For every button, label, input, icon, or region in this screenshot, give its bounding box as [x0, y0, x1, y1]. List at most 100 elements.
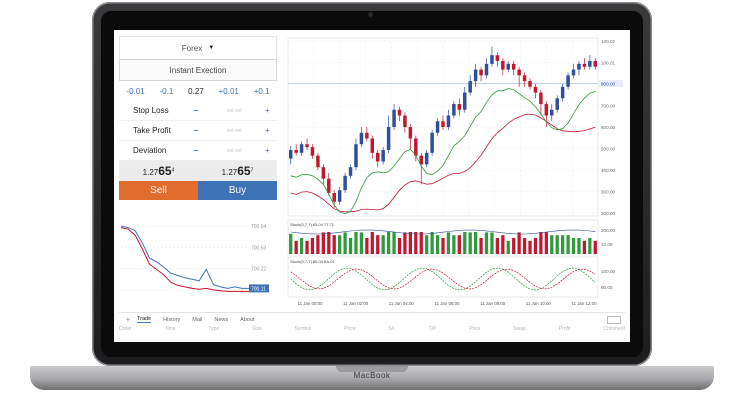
price-chart[interactable]: 100.02 100.01 800.00 700.00 600.00 500.00 400.…: [286, 36, 624, 312]
candle-body: [511, 63, 516, 70]
column-header: Time: [164, 326, 176, 332]
candle-body: [359, 132, 364, 145]
volume-minus-big-button[interactable]: -0.01: [126, 87, 144, 96]
volume-bar: [463, 232, 467, 254]
candle-body: [310, 147, 315, 156]
ask-price-main: 1.27: [221, 168, 238, 177]
symbol-label: Forex: [181, 43, 203, 53]
indicator-tick-label: 10.09: [601, 242, 613, 247]
stop-loss-label: Stop Loss: [133, 106, 169, 115]
ask-price-sup: 7: [250, 167, 254, 174]
column-header: Price: [469, 326, 481, 332]
candle-body: [501, 60, 505, 70]
tab-mail[interactable]: Mail: [192, 317, 202, 323]
buy-button[interactable]: Buy: [198, 181, 277, 200]
volume-bar: [593, 240, 597, 254]
volume-bar: [354, 232, 358, 254]
deviation-value[interactable]: not set: [211, 148, 258, 154]
column-header: Comment: [603, 326, 625, 332]
time-tick-label: 11 Jan 12:00: [571, 301, 597, 306]
volume-bar: [327, 232, 331, 254]
candle-body: [506, 63, 511, 70]
take-profit-label: Take Profit: [133, 126, 171, 135]
tab-trade[interactable]: Trade: [137, 316, 152, 323]
candle-body: [522, 75, 527, 82]
stochastic-tick-label: 100.00: [601, 269, 615, 274]
tick-label: 700.64: [251, 224, 267, 230]
bid-line: [120, 225, 249, 289]
candle-body: [348, 167, 353, 176]
volume-bar: [430, 232, 434, 254]
price-tick-label: 100.01: [601, 61, 615, 66]
volume-bar: [386, 232, 391, 254]
volume-bar: [544, 232, 548, 254]
caret-down-icon: ▼: [208, 45, 215, 51]
stop-loss-plus-button[interactable]: +: [258, 106, 277, 115]
deviation-minus-button[interactable]: −: [193, 146, 211, 155]
volume-plus-small-button[interactable]: +0.01: [219, 87, 239, 96]
candle-body: [473, 69, 478, 82]
tab-about[interactable]: About: [240, 317, 254, 323]
candle-body: [588, 60, 592, 67]
column-header: Profit: [558, 326, 571, 332]
volume-plus-big-button[interactable]: +0.1: [254, 87, 270, 96]
volume-row: -0.01 -0.1 0.27 +0.01 +0.1: [119, 81, 277, 101]
price-tick-label: 100.02: [601, 39, 615, 44]
candle-body: [332, 193, 336, 202]
symbol-select[interactable]: Forex ▼: [119, 36, 277, 59]
volume-bar: [588, 238, 592, 254]
add-tab-icon[interactable]: +: [119, 315, 137, 324]
tab-news[interactable]: News: [214, 317, 228, 323]
price-row: 1.27654 1.27657: [119, 161, 277, 181]
candle-body: [528, 81, 532, 87]
trade-buttons: Sell Buy: [119, 181, 277, 200]
camera-icon: [368, 12, 373, 17]
take-profit-value[interactable]: not set: [211, 128, 258, 134]
column-header: S/L: [388, 326, 396, 332]
candle-body: [316, 155, 320, 168]
take-profit-plus-button[interactable]: +: [258, 126, 277, 135]
volume-bar: [539, 232, 543, 254]
volume-bar: [392, 232, 396, 254]
candle-body: [397, 109, 402, 116]
volume-bar: [397, 238, 402, 254]
candle-body: [430, 132, 434, 153]
stop-loss-minus-button[interactable]: −: [193, 106, 211, 115]
candle-body: [463, 92, 467, 110]
volume-value[interactable]: 0.27: [188, 87, 204, 96]
volume-bar: [501, 235, 505, 254]
volume-bar: [571, 238, 576, 254]
time-tick-label: 11 Jan 02:00: [343, 301, 369, 306]
volume-bar: [512, 238, 516, 254]
volume-bar: [561, 235, 565, 254]
candle-body: [370, 138, 375, 153]
deviation-plus-button[interactable]: +: [258, 146, 277, 155]
volume-bar: [305, 240, 309, 254]
candle-body: [414, 138, 418, 156]
terminal-columns: Order Time Type Size Symbol Price S/L T/…: [119, 326, 625, 336]
volume-bar: [338, 235, 342, 254]
volume-bar: [550, 235, 554, 254]
stop-loss-value[interactable]: not set: [211, 108, 258, 114]
device-label: MacBook: [353, 371, 391, 380]
candle-body: [337, 190, 342, 202]
candle-body: [582, 63, 587, 67]
take-profit-minus-button[interactable]: −: [193, 126, 211, 135]
bid-price-big: 65: [158, 164, 172, 178]
candle-body: [544, 104, 549, 116]
execution-type[interactable]: Instant Exection: [119, 59, 277, 81]
window-icon[interactable]: [607, 315, 621, 324]
volume-bar: [468, 232, 472, 254]
sell-button[interactable]: Sell: [119, 181, 198, 200]
candle-body: [365, 132, 369, 139]
time-tick-label: 11 Jan 08:00: [480, 301, 506, 306]
volume-bar: [441, 238, 445, 254]
candle-body: [392, 109, 396, 127]
bid-price-main: 1.27: [142, 168, 159, 177]
volume-bar: [332, 235, 336, 254]
volume-minus-small-button[interactable]: -0.1: [160, 87, 174, 96]
tab-history[interactable]: History: [163, 317, 180, 323]
current-price-label: 800.00: [601, 82, 615, 87]
deviation-row: Deviation − not set +: [119, 141, 277, 161]
price-tick-label: 600.00: [601, 125, 615, 130]
